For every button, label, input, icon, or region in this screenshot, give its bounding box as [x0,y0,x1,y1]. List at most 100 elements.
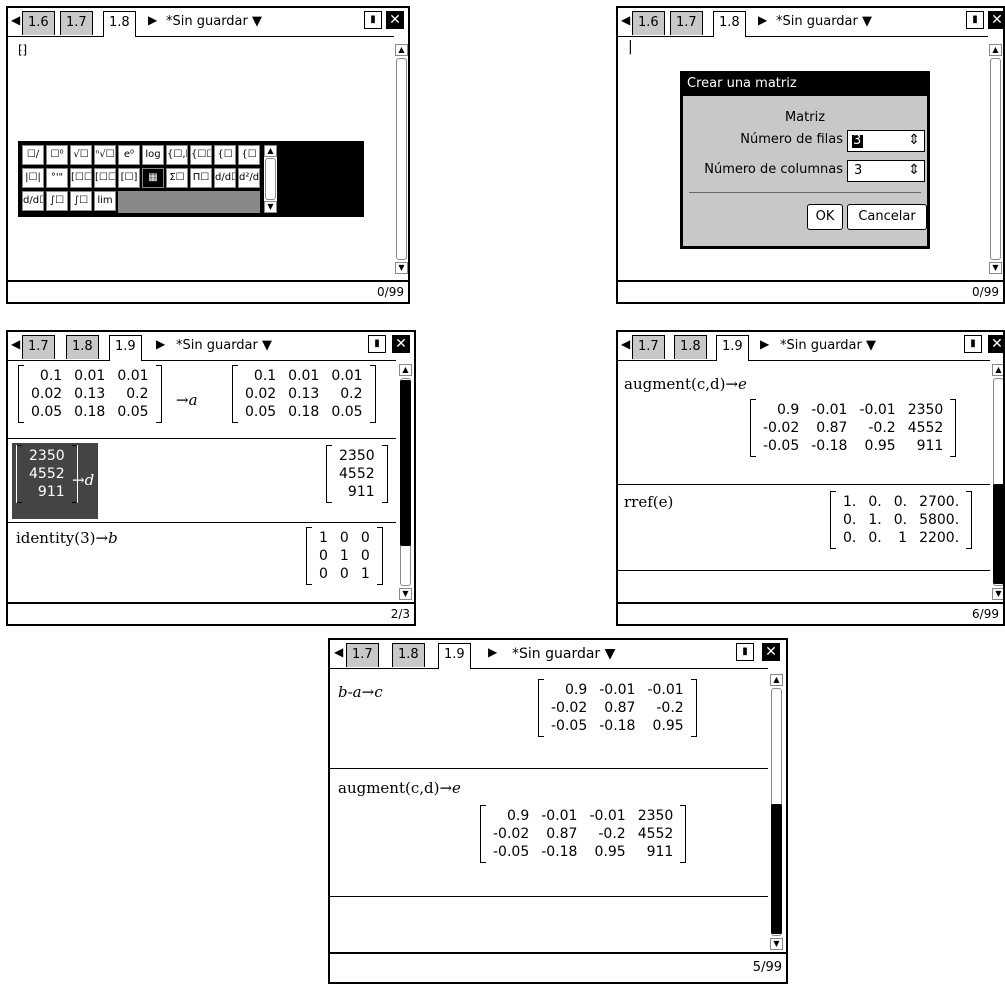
close-icon[interactable]: ✕ [762,643,780,661]
history-entry-b[interactable]: identity(3)→b 100 010 001 [8,523,396,605]
palette-nth-derivative-icon[interactable]: d/d☐ [22,191,44,211]
tab-1-6[interactable]: 1.6 [632,11,665,35]
palette-derivative-icon[interactable]: d/d☐ [214,168,236,188]
palette-scroll-track[interactable] [265,158,276,200]
calculator-content[interactable]: augment(c,d)→e 0.9 -0.01 -0.01 2350 -0.02 0.… [618,360,990,604]
history-entry-augment[interactable]: augment(c,d)→e 0.9 -0.01 -0.01 2350 -0.02 0.… [618,361,990,485]
palette-matrix-mxn-icon[interactable]: ▦ [142,168,164,188]
vertical-scrollbar[interactable]: ▲ ▼ [395,44,408,276]
columns-spinner[interactable]: 3 ⇕ [847,160,925,182]
scroll-down-icon[interactable]: ▼ [992,588,1003,600]
tab-1-7[interactable]: 1.7 [22,335,55,359]
tab-left-arrow-icon[interactable]: ◀ [334,645,343,659]
palette-scroll-down-icon[interactable]: ▼ [264,201,277,213]
tab-1-9[interactable]: 1.9 [438,643,471,669]
palette-nth-root-icon[interactable]: ⁿ√☐ [94,145,116,165]
empty-input-box-icon[interactable]: ⁅⁆ [18,43,27,57]
vertical-scrollbar[interactable]: ▲ ▼ [770,674,783,952]
scroll-thumb[interactable] [771,804,782,934]
document-title[interactable]: *Sin guardar ▼ [512,646,615,662]
vertical-scrollbar[interactable]: ▲ ▼ [992,364,1003,602]
tab-1-8[interactable]: 1.8 [66,335,99,359]
document-title[interactable]: *Sin guardar ▼ [166,14,262,29]
history-entry-rref[interactable]: rref(e) 1. 0. 0. 2700. 0. 1. 0. 5800. 0. 0. 1 220… [618,485,990,571]
scroll-up-icon[interactable]: ▲ [770,674,783,686]
palette-exponent-icon[interactable]: ☐⁰ [46,145,68,165]
scroll-thumb[interactable] [400,380,411,546]
history-entry-c[interactable]: b-a→c 0.9 -0.01 -0.01 -0.02 0.87 -0.2 -0.05-… [330,669,768,769]
tab-1-9[interactable]: 1.9 [716,335,749,361]
calculator-content[interactable]: ⁅⁆ ☐/☐ ☐⁰ √☐ ⁿ√☐ e⁰ log {☐,☐ {☐☐ {☐ {☐ |… [8,36,394,282]
tab-left-arrow-icon[interactable]: ◀ [11,337,20,351]
palette-degrees-icon[interactable]: °'" [46,168,68,188]
close-icon[interactable]: ✕ [386,11,404,29]
palette-e-exponent-icon[interactable]: e⁰ [118,145,140,165]
close-icon[interactable]: ✕ [988,11,1003,29]
tab-1-8[interactable]: 1.8 [713,11,746,37]
tab-right-arrow-icon[interactable]: ▶ [758,13,767,27]
tab-left-arrow-icon[interactable]: ◀ [621,13,630,27]
scroll-up-icon[interactable]: ▲ [395,44,408,56]
palette-system-n-icon[interactable]: {☐ [238,145,260,165]
palette-sqrt-icon[interactable]: √☐ [70,145,92,165]
tab-left-arrow-icon[interactable]: ◀ [621,337,630,351]
calculator-content[interactable]: | Crear una matriz Matriz Número de fila… [618,36,988,282]
tab-1-6[interactable]: 1.6 [22,11,55,35]
tab-left-arrow-icon[interactable]: ◀ [11,13,20,27]
cancel-button[interactable]: Cancelar [847,204,927,230]
palette-fraction-icon[interactable]: ☐/☐ [22,145,44,165]
tab-1-8[interactable]: 1.8 [674,335,707,359]
scroll-down-icon[interactable]: ▼ [989,262,1002,274]
palette-sum-icon[interactable]: Σ☐ [166,168,188,188]
columns-spinner-arrows-icon[interactable]: ⇕ [908,162,920,178]
close-icon[interactable]: ✕ [392,335,410,353]
palette-column-vector-icon[interactable]: [☐] [118,168,140,188]
calculator-content[interactable]: b-a→c 0.9 -0.01 -0.01 -0.02 0.87 -0.2 -0.05-… [330,668,768,958]
tab-1-7[interactable]: 1.7 [632,335,665,359]
tab-1-7[interactable]: 1.7 [346,643,379,667]
palette-log-icon[interactable]: log [142,145,164,165]
history-entry-augment[interactable]: augment(c,d)→e 0.9 -0.01 -0.01 2350 -0.02 0.… [330,769,768,897]
vertical-scrollbar[interactable]: ▲ ▼ [989,44,1002,276]
scroll-track[interactable] [396,58,407,260]
scroll-thumb[interactable] [993,484,1003,584]
history-entry-d[interactable]: 2350 4552 911 →d 2350 4552 911 [8,439,396,523]
palette-definite-integral-icon[interactable]: ∫☐ [46,191,68,211]
tab-right-arrow-icon[interactable]: ▶ [156,337,165,351]
scroll-track[interactable] [990,58,1001,260]
palette-matrix-2x2-icon[interactable]: [☐☐] [70,168,92,188]
document-title[interactable]: *Sin guardar ▼ [780,338,876,353]
tab-1-7[interactable]: 1.7 [60,11,93,35]
rows-spinner[interactable]: 3 ⇕ [847,130,925,152]
palette-product-icon[interactable]: Π☐ [190,168,212,188]
tab-1-8[interactable]: 1.8 [392,643,425,667]
palette-system-icon[interactable]: {☐ [214,145,236,165]
tab-1-8[interactable]: 1.8 [103,11,136,37]
scroll-up-icon[interactable]: ▲ [989,44,1002,56]
document-title[interactable]: *Sin guardar ▼ [776,14,872,29]
rows-spinner-arrows-icon[interactable]: ⇕ [908,132,920,148]
scroll-down-icon[interactable]: ▼ [770,938,783,950]
document-title[interactable]: *Sin guardar ▼ [176,338,272,353]
palette-indefinite-integral-icon[interactable]: ∫☐ [70,191,92,211]
tab-right-arrow-icon[interactable]: ▶ [148,13,157,27]
tab-right-arrow-icon[interactable]: ▶ [760,337,769,351]
ok-button[interactable]: OK [807,204,843,230]
scroll-down-icon[interactable]: ▼ [399,588,412,600]
palette-scrollbar[interactable]: ▲ ▼ [264,145,277,213]
palette-row-vector-icon[interactable]: [☐☐] [94,168,116,188]
scroll-down-icon[interactable]: ▼ [395,262,408,274]
palette-second-derivative-icon[interactable]: d²/d☐ [238,168,260,188]
palette-abs-icon[interactable]: |☐| [22,168,44,188]
scroll-up-icon[interactable]: ▲ [992,364,1003,376]
history-entry-a[interactable]: 0.1 0.01 0.01 0.02 0.13 0.2 0.05 0.18 0.05 →a … [8,361,396,439]
tab-right-arrow-icon[interactable]: ▶ [488,645,497,659]
tab-1-7[interactable]: 1.7 [670,11,703,35]
palette-piecewise-icon[interactable]: {☐,☐ [166,145,188,165]
palette-piecewise-n-icon[interactable]: {☐☐ [190,145,212,165]
palette-limit-icon[interactable]: lim [94,191,116,211]
vertical-scrollbar[interactable]: ▲ ▼ [399,364,412,602]
scroll-up-icon[interactable]: ▲ [399,364,412,376]
calculator-content[interactable]: 0.1 0.01 0.01 0.02 0.13 0.2 0.05 0.18 0.05 →a … [8,360,396,604]
tab-1-9[interactable]: 1.9 [109,335,142,361]
